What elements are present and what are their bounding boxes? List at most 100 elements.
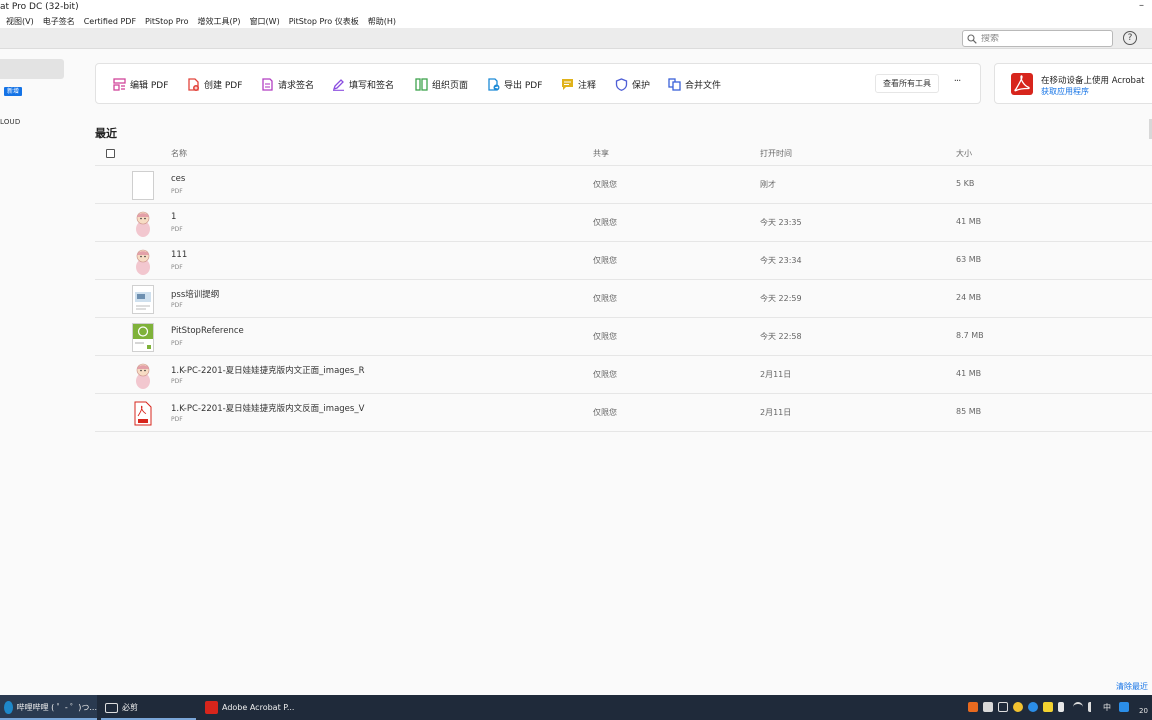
- help-icon[interactable]: ?: [1123, 31, 1137, 45]
- table-row[interactable]: 111 PDF 仅限您 今天 23:34 63 MB: [95, 242, 1152, 280]
- clear-recent-link[interactable]: 清除最近: [1116, 681, 1148, 692]
- taskbar-app-bijian[interactable]: 必剪: [101, 695, 196, 720]
- file-type: PDF: [171, 188, 183, 195]
- new-badge: 新增: [4, 87, 23, 96]
- file-opened: 刚才: [760, 180, 776, 189]
- menu-pitstop-pro[interactable]: PitStop Pro: [145, 17, 188, 26]
- promo-title: 在移动设备上使用 Acrobat: [1041, 76, 1145, 86]
- tray-app-icon[interactable]: [998, 702, 1008, 712]
- file-share: 仅限您: [593, 294, 617, 303]
- menu-view[interactable]: 视图(V): [6, 16, 34, 27]
- column-opened[interactable]: 打开时间: [760, 148, 792, 159]
- select-all-checkbox[interactable]: [106, 149, 115, 158]
- table-row[interactable]: 1.K-PC-2201-夏日娃娃捷克版内文反面_images_V PDF 仅限您…: [95, 394, 1152, 432]
- menu-plugins[interactable]: 增效工具(P): [197, 16, 240, 27]
- more-options-button[interactable]: ···: [948, 75, 966, 91]
- file-size: 85 MB: [956, 407, 982, 416]
- taskbar-app-bilibili[interactable]: 哔哩哔哩 ( ゜- ゜)つ...: [0, 695, 97, 720]
- taskbar-app-label: Adobe Acrobat P...: [222, 703, 295, 712]
- table-row[interactable]: PitStopReference PDF 仅限您 今天 22:58 8.7 MB: [95, 318, 1152, 356]
- file-type: PDF: [171, 302, 183, 309]
- tool-protect[interactable]: 保护: [615, 77, 650, 91]
- file-size: 41 MB: [956, 217, 982, 226]
- search-box[interactable]: [962, 30, 1113, 47]
- tray-app-icon[interactable]: [968, 702, 978, 712]
- tool-fill-sign[interactable]: 填写和签名: [332, 77, 394, 91]
- file-opened: 今天 22:58: [760, 332, 802, 341]
- volume-icon[interactable]: [1088, 702, 1098, 712]
- fill-sign-icon: [332, 78, 344, 91]
- title-bar: at Pro DC (32-bit) –: [0, 0, 1152, 14]
- file-size: 41 MB: [956, 369, 982, 378]
- search-icon: [967, 33, 977, 44]
- file-size: 8.7 MB: [956, 331, 984, 340]
- tool-label: 注释: [578, 80, 597, 91]
- get-app-link[interactable]: 获取应用程序: [1041, 86, 1089, 97]
- view-all-tools-button[interactable]: 查看所有工具: [875, 74, 939, 93]
- tray-app-icon[interactable]: [1119, 702, 1129, 712]
- export-pdf-icon: [488, 77, 500, 91]
- tray-app-icon[interactable]: [1043, 702, 1053, 712]
- column-name[interactable]: 名称: [171, 148, 187, 159]
- minimize-button[interactable]: –: [1139, 0, 1144, 11]
- table-row[interactable]: ces PDF 仅限您 刚才 5 KB: [95, 166, 1152, 204]
- tool-request-signature[interactable]: 请求签名: [261, 77, 314, 91]
- tray-app-icon[interactable]: [983, 702, 993, 712]
- tool-label: 保护: [632, 80, 651, 91]
- doll-thumbnail-icon: [130, 361, 156, 390]
- tool-combine-files[interactable]: 合并文件: [668, 77, 721, 91]
- wifi-icon[interactable]: [1073, 702, 1083, 712]
- tray-app-icon[interactable]: [1028, 702, 1038, 712]
- acrobat-icon: [205, 701, 218, 714]
- sidebar-cloud-label[interactable]: LOUD: [0, 118, 20, 126]
- slide-thumbnail-icon: [130, 285, 156, 314]
- ime-indicator[interactable]: 中: [1103, 702, 1111, 713]
- file-size: 5 KB: [956, 179, 975, 188]
- combine-files-icon: [668, 77, 681, 91]
- column-share[interactable]: 共享: [593, 148, 609, 159]
- protect-icon: [615, 77, 628, 91]
- file-type: PDF: [171, 378, 183, 385]
- tool-label: 合并文件: [685, 80, 722, 91]
- tool-label: 创建 PDF: [204, 80, 243, 91]
- file-name: 111: [171, 250, 188, 260]
- file-type: PDF: [171, 264, 183, 271]
- clock[interactable]: 20: [1139, 707, 1148, 715]
- edit-pdf-icon: [113, 77, 126, 91]
- tool-export-pdf[interactable]: 导出 PDF: [487, 77, 542, 91]
- table-row[interactable]: 1 PDF 仅限您 今天 23:35 41 MB: [95, 204, 1152, 242]
- taskbar-app-label: 哔哩哔哩 ( ゜- ゜)つ...: [16, 703, 97, 712]
- tray-app-icon[interactable]: [1013, 702, 1023, 712]
- tool-organize-pages[interactable]: 组织页面: [415, 77, 468, 91]
- taskbar-app-label: 必剪: [122, 703, 138, 712]
- taskbar-app-acrobat[interactable]: Adobe Acrobat P...: [201, 695, 301, 720]
- doll-thumbnail-icon: [130, 247, 156, 276]
- tool-label: 编辑 PDF: [130, 80, 169, 91]
- menu-help[interactable]: 帮助(H): [368, 16, 396, 27]
- menu-window[interactable]: 窗口(W): [250, 16, 280, 27]
- file-name: 1.K-PC-2201-夏日娃娃捷克版内文反面_images_V: [171, 404, 365, 414]
- create-pdf-icon: [188, 77, 199, 91]
- table-row[interactable]: 1.K-PC-2201-夏日娃娃捷克版内文正面_images_R PDF 仅限您…: [95, 356, 1152, 394]
- battery-icon[interactable]: [1058, 702, 1064, 712]
- tool-edit-pdf[interactable]: 编辑 PDF: [113, 77, 168, 91]
- tool-label: 填写和签名: [349, 80, 395, 91]
- left-sidebar: 新增 LOUD: [0, 49, 80, 695]
- table-row[interactable]: pss培训提纲 PDF 仅限您 今天 22:59 24 MB: [95, 280, 1152, 318]
- comment-icon: [562, 78, 573, 90]
- menu-certified-pdf[interactable]: Certified PDF: [84, 17, 136, 26]
- tool-label: 组织页面: [432, 80, 469, 91]
- top-toolbar: ?: [0, 28, 1152, 49]
- file-type: PDF: [171, 340, 183, 347]
- menu-esign[interactable]: 电子签名: [43, 16, 75, 27]
- sidebar-selected-item[interactable]: [0, 59, 64, 79]
- tool-create-pdf[interactable]: 创建 PDF: [187, 77, 242, 91]
- file-name: ces: [171, 174, 186, 184]
- search-input[interactable]: [981, 33, 1101, 44]
- acrobat-logo-icon: [1011, 73, 1033, 95]
- tool-comment[interactable]: 注释: [561, 77, 596, 91]
- tool-label: 导出 PDF: [504, 80, 543, 91]
- column-size[interactable]: 大小: [956, 148, 972, 159]
- pdf-file-icon: [130, 399, 156, 428]
- menu-pitstop-dashboard[interactable]: PitStop Pro 仪表板: [289, 16, 359, 27]
